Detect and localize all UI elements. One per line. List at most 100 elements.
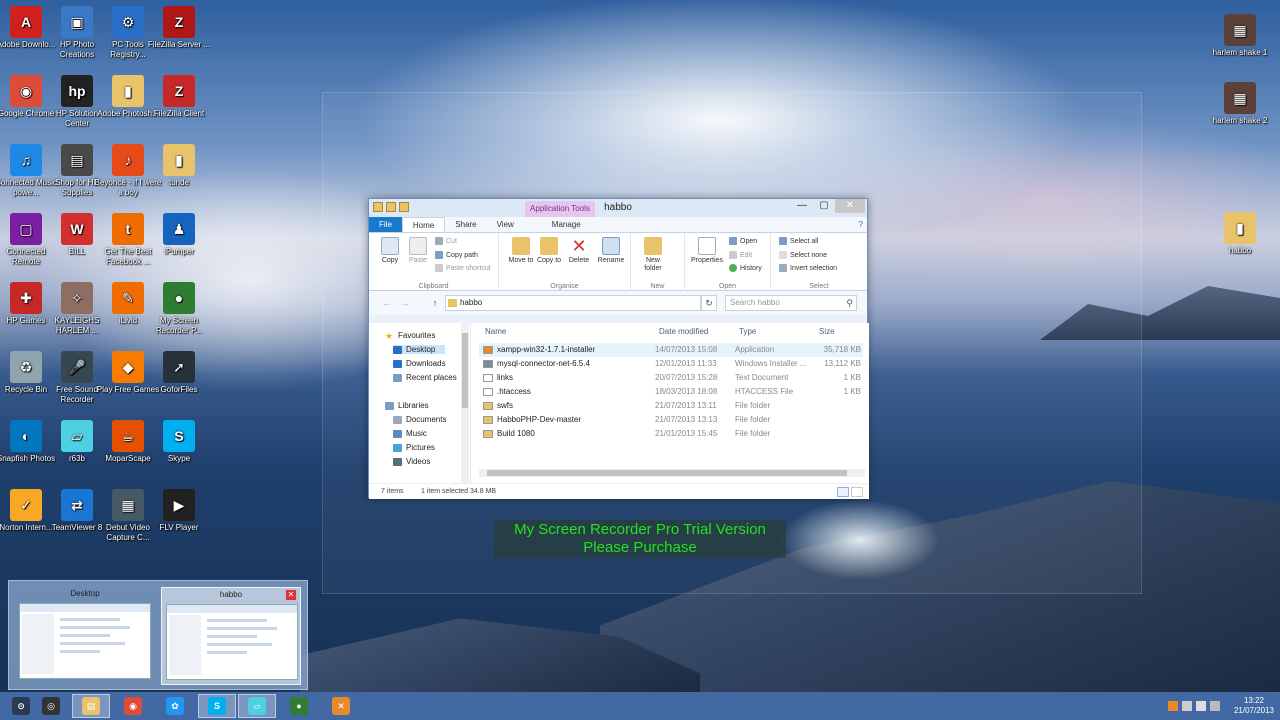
horizontal-scrollbar[interactable] (479, 469, 865, 477)
cut-button[interactable]: Cut (435, 237, 457, 245)
nav-videos[interactable]: Videos (393, 457, 430, 466)
desktop-icon-filezilla-server[interactable]: Z FileZilla Server ... (145, 6, 213, 50)
up-button[interactable]: ↑ (429, 297, 441, 309)
history-button[interactable]: History (729, 264, 762, 272)
large-icons-view-button[interactable] (851, 487, 863, 497)
nav-downloads[interactable]: Downloads (393, 359, 446, 368)
file-date: 18/03/2013 18:08 (655, 387, 718, 396)
minimize-button[interactable]: — (791, 199, 813, 213)
desktop-icon-flv-player[interactable]: ▶ FLV Player (145, 489, 213, 533)
title-bar[interactable]: Application Tools habbo — ▢ ✕ (369, 199, 867, 217)
history-icon (729, 264, 737, 272)
desktop-icon-harlem-shake-1[interactable]: ▦ harlem shake 1 (1206, 14, 1274, 58)
edit-button[interactable]: Edit (729, 251, 752, 259)
file-name: links (497, 373, 514, 382)
desktop-icon-filezilla-client[interactable]: Z FileZilla Client (145, 75, 213, 119)
tab-manage[interactable]: Manage (542, 217, 591, 232)
nav-recent-places[interactable]: Recent places (393, 373, 457, 382)
column-size[interactable]: Size (819, 327, 835, 336)
file-row[interactable]: xampp-win32-1.7.1-installer 14/07/2013 15… (479, 343, 863, 357)
taskbar-xampp[interactable]: ✕ (322, 694, 360, 718)
paste-button[interactable]: Paste (403, 237, 433, 265)
tray-app-icon[interactable] (1167, 701, 1178, 711)
nav-scroll-thumb[interactable] (462, 333, 468, 408)
file-type: Windows Installer ... (735, 359, 807, 368)
explorer-window[interactable]: Application Tools habbo — ▢ ✕ File Home … (368, 198, 869, 499)
properties-button[interactable]: Properties (689, 237, 725, 265)
refresh-button[interactable]: ↻ (701, 295, 717, 311)
taskbar-media-app[interactable]: ✿ (156, 694, 194, 718)
trial-watermark: My Screen Recorder Pro Trial Version Ple… (494, 520, 786, 558)
file-row[interactable]: mysql-connector-net-6.5.4 12/01/2013 11:3… (479, 357, 863, 371)
address-bar[interactable]: habbo (445, 295, 701, 311)
select-none-button[interactable]: Select none (779, 251, 827, 259)
taskbar-skype[interactable]: S (198, 694, 236, 718)
maximize-button[interactable]: ▢ (813, 199, 835, 213)
invert-selection-button[interactable]: Invert selection (779, 264, 837, 272)
filezilla-client-icon: Z (163, 75, 195, 107)
desktop-icon-harlem-shake-2[interactable]: ▦ harlem shake 2 (1206, 82, 1274, 126)
connected-music-powe-icon: ♫ (10, 144, 42, 176)
search-input[interactable]: Search habbo ⚲ (725, 295, 857, 311)
tab-file[interactable]: File (369, 217, 402, 232)
clock[interactable]: 13:22 21/07/2013 (1234, 696, 1274, 716)
tray-volume-icon[interactable] (1209, 701, 1220, 711)
nav-documents[interactable]: Documents (393, 415, 446, 424)
help-icon[interactable]: ? (855, 217, 867, 232)
tray-network-icon[interactable] (1195, 701, 1206, 711)
desktop-icon-label: habbo (1228, 246, 1252, 255)
rename-button[interactable]: Rename (595, 237, 627, 265)
delete-button[interactable]: ✕ Delete (565, 237, 593, 265)
file-name: HabboPHP-Dev-master (497, 415, 582, 424)
taskbar-my-screen-recorder[interactable]: ● (280, 694, 318, 718)
tab-home[interactable]: Home (401, 217, 446, 232)
desktop-icon-habbo[interactable]: ▮ habbo (1206, 212, 1274, 256)
desktop-icon-my-screen-recorder-p[interactable]: ● My Screen Recorder P... (145, 282, 213, 336)
desktop-icon-ipumper[interactable]: ♟ iPumper (145, 213, 213, 257)
paste-shortcut-button[interactable]: Paste shortcut (435, 264, 491, 272)
nav-desktop[interactable]: Desktop (393, 345, 446, 354)
copy-button[interactable]: Copy (375, 237, 405, 265)
thumbnail-habbo[interactable]: habbo ✕ (161, 587, 301, 685)
open-button[interactable]: Open (729, 237, 757, 245)
file-row[interactable]: Build 1080 21/01/2013 15:45 File folder (479, 427, 863, 441)
tab-share[interactable]: Share (445, 217, 486, 232)
back-button[interactable]: ← (381, 297, 393, 309)
column-name[interactable]: Name (485, 327, 506, 336)
thumbnail-desktop[interactable]: Desktop (15, 587, 155, 685)
desktop-icon-goforfiles[interactable]: ➚ GoforFiles (145, 351, 213, 395)
column-date-modified[interactable]: Date modified (659, 327, 708, 336)
desktop-icon-skype[interactable]: S Skype (145, 420, 213, 464)
copy-path-button[interactable]: Copy path (435, 251, 478, 259)
taskbar-file-explorer[interactable]: ▤ (72, 694, 110, 718)
nav-favourites[interactable]: ★ Favourites (385, 331, 435, 340)
column-type[interactable]: Type (739, 327, 756, 336)
horizontal-scroll-thumb[interactable] (487, 470, 847, 476)
move-to-button[interactable]: Move to (507, 237, 535, 265)
nav-libraries[interactable]: Libraries (385, 401, 429, 410)
desktop-icon-tunde[interactable]: ▮ tunde (145, 144, 213, 188)
copy-to-button[interactable]: Copy to (535, 237, 563, 265)
nav-pictures[interactable]: Pictures (393, 443, 435, 452)
file-row[interactable]: HabboPHP-Dev-master 21/07/2013 13:13 File … (479, 413, 863, 427)
file-date: 12/01/2013 11:33 (655, 359, 717, 368)
nav-music[interactable]: Music (393, 429, 427, 438)
taskbar-r63b[interactable]: ▱ (238, 694, 276, 718)
close-button[interactable]: ✕ (835, 199, 865, 213)
watermark-line-2: Please Purchase (583, 539, 697, 556)
shop-for-hp-supplies-icon: ▤ (61, 144, 93, 176)
file-row[interactable]: .htaccess 18/03/2013 18:08 HTACCESS File 1 … (479, 385, 863, 399)
select-all-button[interactable]: Select all (779, 237, 818, 245)
new-folder-button[interactable]: New folder (637, 237, 669, 273)
search-icon[interactable]: ⚲ (846, 296, 853, 310)
taskbar-chrome[interactable]: ◉ (114, 694, 152, 718)
details-view-button[interactable] (837, 487, 849, 497)
tray-flag-icon[interactable] (1181, 701, 1192, 711)
thumbnail-close-button[interactable]: ✕ (286, 590, 296, 600)
tab-view[interactable]: View (487, 217, 524, 232)
forward-button[interactable]: → (399, 297, 411, 309)
file-row[interactable]: swfs 21/07/2013 13:11 File folder (479, 399, 863, 413)
nav-scrollbar[interactable] (461, 323, 469, 483)
taskbar-recorder-app[interactable]: ◎ (32, 694, 70, 718)
file-row[interactable]: links 20/07/2013 15:28 Text Document 1 KB (479, 371, 863, 385)
